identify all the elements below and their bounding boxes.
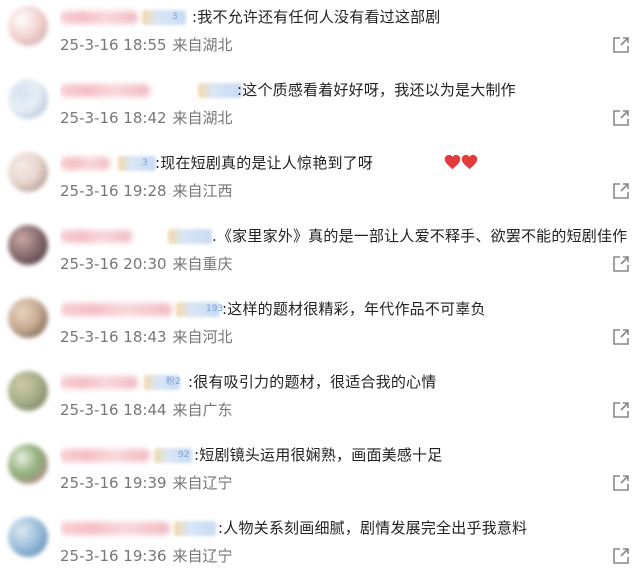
comment-date: 25-3-16 19:36	[60, 547, 167, 565]
username-blurred[interactable]	[60, 11, 138, 24]
comment-text: :人物关系刻画细腻，剧情发展完全出乎我意料	[218, 519, 528, 537]
avatar[interactable]	[8, 517, 48, 557]
comment-location: 来自重庆	[172, 255, 233, 273]
fan-badge-level: 3	[142, 158, 148, 168]
fan-badge-level: 193	[206, 304, 224, 314]
reply-button[interactable]	[612, 401, 630, 419]
comment-location: 来自湖北	[172, 36, 233, 54]
comment-meta: 25-3-16 18:44 来自广东	[60, 400, 233, 420]
comment-header: 92 :短剧镜头运用很娴熟，画面美感十足	[60, 444, 640, 466]
comment-item: :人物关系刻画细腻，剧情发展完全出乎我意料 25-3-16 19:36 来自辽宁	[0, 511, 640, 584]
reply-button[interactable]	[612, 255, 630, 273]
avatar[interactable]	[8, 225, 48, 265]
username-blurred[interactable]	[60, 376, 138, 389]
comment-date: 25-3-16 18:43	[60, 328, 167, 346]
external-link-icon	[613, 475, 629, 491]
comment-text: :这样的题材很精彩，年代作品不可辜负	[222, 300, 486, 318]
external-link-icon	[613, 402, 629, 418]
comment-meta: 25-3-16 18:42 来自湖北	[60, 108, 233, 128]
comment-location: 来自江西	[172, 182, 233, 200]
comment-text: :现在短剧真的是让人惊艳到了呀	[155, 154, 374, 172]
avatar[interactable]	[8, 371, 48, 411]
comment-text: .《家里家外》真的是一部让人爱不释手、欲罢不能的短剧佳作	[212, 227, 628, 245]
external-link-icon	[613, 37, 629, 53]
comment-date: 25-3-16 18:44	[60, 401, 167, 419]
comment-meta: 25-3-16 18:55 来自湖北	[60, 35, 233, 55]
username-blurred[interactable]	[60, 522, 170, 535]
comment-item: 193:这样的题材很精彩，年代作品不可辜负 25-3-16 18:43 来自河北	[0, 292, 640, 365]
comment-item: 粉2 :很有吸引力的题材，很适合我的心情 25-3-16 18:44 来自广东	[0, 365, 640, 438]
external-link-icon	[613, 548, 629, 564]
username-blurred[interactable]	[60, 84, 150, 97]
comment-header: 粉2 :很有吸引力的题材，很适合我的心情	[60, 371, 640, 393]
username-blurred[interactable]	[60, 157, 110, 170]
external-link-icon	[613, 256, 629, 272]
comment-text: :短剧镜头运用很娴熟，画面美感十足	[194, 446, 443, 464]
heart-icon	[461, 154, 478, 170]
comment-location: 来自辽宁	[172, 474, 233, 492]
avatar[interactable]	[8, 298, 48, 338]
external-link-icon	[613, 183, 629, 199]
fan-badge-level: 3	[172, 12, 178, 22]
comment-list: 3:我不允许还有任何人没有看过这部剧 25-3-16 18:55 来自湖北:这个质感…	[0, 0, 640, 584]
comment-date: 25-3-16 19:39	[60, 474, 167, 492]
comment-header: :人物关系刻画细腻，剧情发展完全出乎我意料	[60, 517, 640, 539]
comment-header: 3 :我不允许还有任何人没有看过这部剧	[60, 6, 640, 28]
comment-text: :我不允许还有任何人没有看过这部剧	[192, 8, 441, 26]
reply-button[interactable]	[612, 182, 630, 200]
avatar[interactable]	[8, 79, 48, 119]
comment-header: 3 :现在短剧真的是让人惊艳到了呀	[60, 152, 640, 174]
comment-meta: 25-3-16 19:36 来自辽宁	[60, 546, 233, 566]
username-blurred[interactable]	[60, 303, 172, 316]
comment-meta: 25-3-16 19:39 来自辽宁	[60, 473, 233, 493]
heart-icon	[444, 154, 461, 170]
username-blurred[interactable]	[60, 230, 132, 243]
username-blurred[interactable]	[60, 449, 150, 462]
comment-item: .《家里家外》真的是一部让人爱不释手、欲罢不能的短剧佳作 25-3-16 20:3…	[0, 219, 640, 292]
fan-badge-level: 92	[178, 450, 190, 460]
comment-date: 25-3-16 18:55	[60, 36, 167, 54]
comment-item: 92 :短剧镜头运用很娴熟，画面美感十足 25-3-16 19:39 来自辽宁	[0, 438, 640, 511]
reply-button[interactable]	[612, 474, 630, 492]
comment-item: :这个质感看着好好呀，我还以为是大制作 25-3-16 18:42 来自湖北	[0, 73, 640, 146]
fan-badge-level: 粉2	[166, 377, 181, 387]
reply-button[interactable]	[612, 328, 630, 346]
comment-meta: 25-3-16 20:30 来自重庆	[60, 254, 233, 274]
comment-location: 来自河北	[172, 328, 233, 346]
emoji-hearts	[444, 153, 478, 173]
comment-location: 来自辽宁	[172, 547, 233, 565]
external-link-icon	[613, 329, 629, 345]
reply-button[interactable]	[612, 36, 630, 54]
fan-badge	[198, 83, 242, 98]
fan-badge	[168, 229, 212, 244]
comment-date: 25-3-16 20:30	[60, 255, 167, 273]
comment-date: 25-3-16 18:42	[60, 109, 167, 127]
avatar[interactable]	[8, 6, 48, 46]
fan-badge	[118, 156, 156, 171]
external-link-icon	[613, 110, 629, 126]
comment-text: :很有吸引力的题材，很适合我的心情	[188, 373, 437, 391]
comment-item: 3 :现在短剧真的是让人惊艳到了呀 25-3-16 19:28 来自江西	[0, 146, 640, 219]
comment-meta: 25-3-16 19:28 来自江西	[60, 181, 233, 201]
comment-location: 来自湖北	[172, 109, 233, 127]
reply-button[interactable]	[612, 109, 630, 127]
comment-header: .《家里家外》真的是一部让人爱不释手、欲罢不能的短剧佳作	[60, 225, 640, 247]
comment-header: :这个质感看着好好呀，我还以为是大制作	[60, 79, 640, 101]
fan-badge	[174, 521, 216, 536]
comment-date: 25-3-16 19:28	[60, 182, 167, 200]
comment-meta: 25-3-16 18:43 来自河北	[60, 327, 233, 347]
avatar[interactable]	[8, 444, 48, 484]
comment-header: 193:这样的题材很精彩，年代作品不可辜负	[60, 298, 640, 320]
comment-location: 来自广东	[172, 401, 233, 419]
comment-text: :这个质感看着好好呀，我还以为是大制作	[237, 81, 516, 99]
avatar[interactable]	[8, 152, 48, 192]
comment-item: 3 :我不允许还有任何人没有看过这部剧 25-3-16 18:55 来自湖北	[0, 0, 640, 73]
fan-badge	[142, 10, 186, 25]
reply-button[interactable]	[612, 547, 630, 565]
